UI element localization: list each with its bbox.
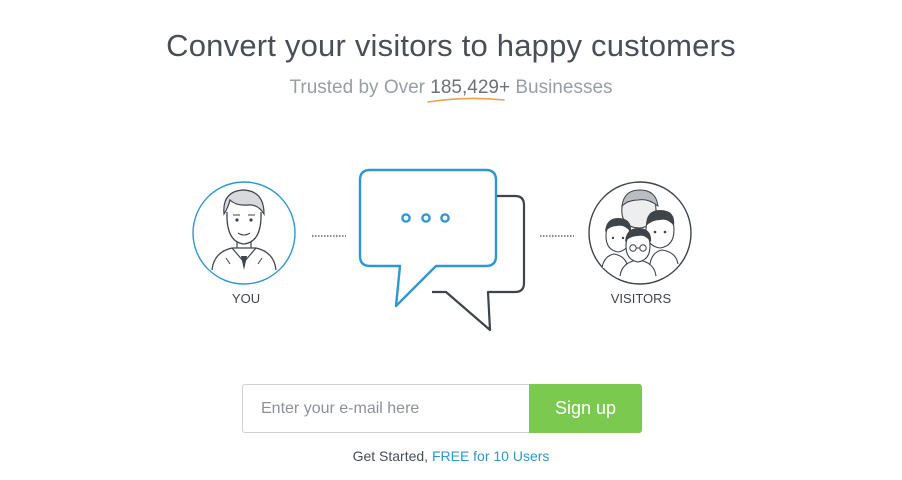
visitors-group-icon (588, 181, 692, 285)
signup-button[interactable]: Sign up (529, 384, 642, 433)
you-label: YOU (231, 291, 261, 306)
footnote-text: Get Started, (352, 448, 429, 464)
signup-form: Sign up (242, 384, 642, 433)
email-input[interactable] (242, 384, 530, 433)
free-users-link[interactable]: FREE for 10 Users (432, 448, 549, 464)
chat-bubbles-icon (358, 168, 526, 332)
visitors-label: VISITORS (610, 291, 672, 306)
footnote: Get Started, FREE for 10 Users (0, 448, 902, 464)
agent-avatar-icon (192, 181, 296, 285)
